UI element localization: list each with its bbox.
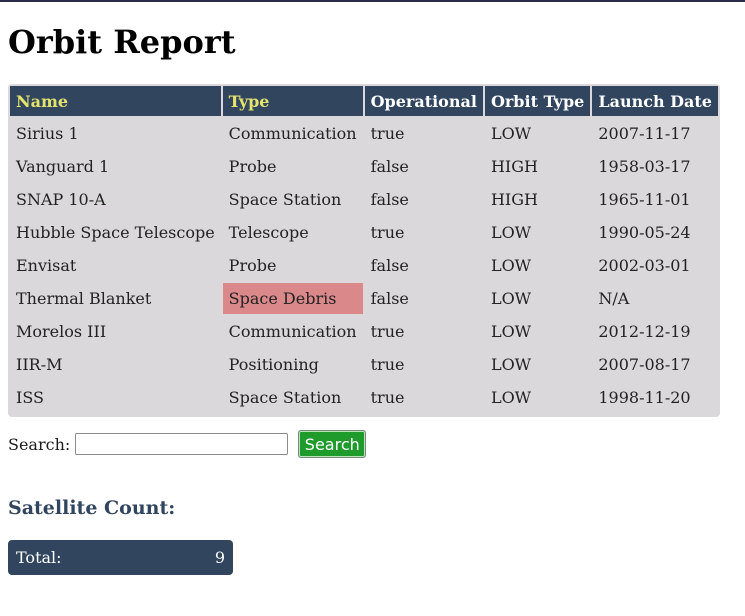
column-header-type[interactable]: Type [222, 86, 363, 116]
cell-operational: true [370, 355, 405, 374]
total-count-box: Total: 9 [8, 540, 233, 575]
search-row: Search: Search [8, 430, 367, 458]
cell-name: ISS [16, 388, 44, 407]
cell-type: Probe [228, 157, 277, 176]
cell-name: Thermal Blanket [16, 289, 152, 308]
cell-launch-date: 2007-11-17 [598, 124, 691, 143]
column-header-name[interactable]: Name [10, 86, 221, 116]
cell-name: Vanguard 1 [16, 157, 110, 176]
satellite-table-container: Name Type Operational Orbit Type Launch … [8, 84, 720, 417]
satellite-table: Name Type Operational Orbit Type Launch … [8, 84, 720, 415]
table-row: Vanguard 1 Probe false HIGH 1958-03-17 [10, 151, 718, 182]
cell-launch-date: 1965-11-01 [598, 190, 691, 209]
column-header-operational[interactable]: Operational [364, 86, 483, 116]
cell-orbit-type: HIGH [490, 190, 538, 209]
cell-operational: true [370, 322, 405, 341]
cell-name: Sirius 1 [16, 124, 79, 143]
table-row: ISS Space Station true LOW 1998-11-20 [10, 382, 718, 413]
cell-type: Space Station [228, 388, 342, 407]
cell-orbit-type: LOW [490, 289, 532, 308]
cell-orbit-type: LOW [490, 223, 532, 242]
table-row: SNAP 10-A Space Station false HIGH 1965-11-0… [10, 184, 718, 215]
cell-name: Hubble Space Telescope [16, 223, 215, 242]
cell-launch-date: 2007-08-17 [598, 355, 691, 374]
table-row: Hubble Space Telescope Telescope true LOW 19… [10, 217, 718, 248]
cell-launch-date: 1958-03-17 [598, 157, 691, 176]
page-title: Orbit Report [8, 23, 236, 61]
total-value: 9 [214, 548, 225, 567]
cell-orbit-type: LOW [490, 388, 532, 407]
cell-launch-date: 2002-03-01 [598, 256, 691, 275]
cell-type: Communication [228, 124, 357, 143]
cell-operational: true [370, 388, 405, 407]
cell-operational: false [370, 289, 409, 308]
cell-launch-date: N/A [598, 289, 630, 308]
cell-type: Communication [228, 322, 357, 341]
search-input[interactable] [75, 433, 289, 455]
cell-launch-date: 2012-12-19 [598, 322, 691, 341]
column-header-launch-date[interactable]: Launch Date [592, 86, 718, 116]
search-button[interactable]: Search [298, 430, 367, 458]
table-row: Thermal Blanket Space Debris false LOW N/A [10, 283, 718, 314]
cell-operational: true [370, 124, 405, 143]
cell-type: Probe [228, 256, 277, 275]
cell-type: Positioning [228, 355, 319, 374]
column-header-orbit-type[interactable]: Orbit Type [484, 86, 591, 116]
total-label: Total: [16, 548, 62, 567]
cell-operational: false [370, 256, 409, 275]
cell-name: SNAP 10-A [16, 190, 106, 209]
cell-operational: false [370, 157, 409, 176]
cell-orbit-type: LOW [490, 124, 532, 143]
cell-name: Envisat [16, 256, 77, 275]
cell-orbit-type: LOW [490, 322, 532, 341]
cell-launch-date: 1990-05-24 [598, 223, 691, 242]
table-header-row: Name Type Operational Orbit Type Launch … [10, 86, 718, 116]
cell-type: Telescope [228, 223, 309, 242]
table-row: Sirius 1 Communication true LOW 2007-11-17 [10, 118, 718, 149]
search-label: Search: [8, 434, 71, 454]
table-row: Envisat Probe false LOW 2002-03-01 [10, 250, 718, 281]
cell-operational: true [370, 223, 405, 242]
cell-type: Space Station [228, 190, 342, 209]
cell-name: Morelos III [16, 322, 107, 341]
cell-launch-date: 1998-11-20 [598, 388, 691, 407]
top-border [0, 0, 745, 2]
cell-orbit-type: LOW [490, 355, 532, 374]
cell-name: IIR-M [16, 355, 63, 374]
cell-orbit-type: LOW [490, 256, 532, 275]
table-row: Morelos III Communication true LOW 2012-12-1… [10, 316, 718, 347]
cell-operational: false [370, 190, 409, 209]
cell-orbit-type: HIGH [490, 157, 538, 176]
satellite-count-heading: Satellite Count: [8, 497, 176, 519]
table-row: IIR-M Positioning true LOW 2007-08-17 [10, 349, 718, 380]
cell-type: Space Debris [222, 283, 363, 314]
